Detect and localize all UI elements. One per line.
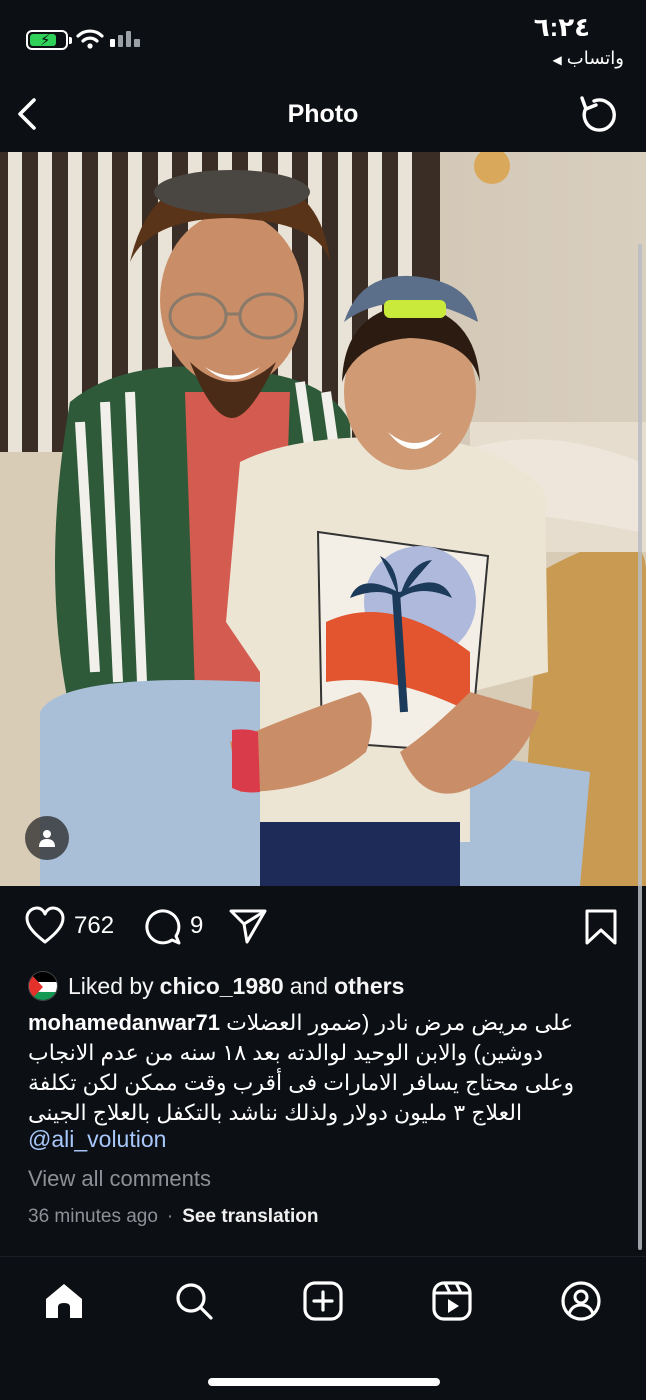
signal-icon — [110, 31, 140, 47]
wifi-icon — [76, 29, 104, 49]
liked-by-prefix: Liked by — [68, 972, 154, 999]
reels-icon[interactable] — [430, 1279, 474, 1323]
send-icon — [229, 909, 267, 944]
liked-by-user[interactable]: chico_1980 — [160, 973, 284, 1000]
comment-icon — [145, 909, 181, 945]
home-icon[interactable] — [42, 1279, 86, 1323]
create-icon[interactable] — [301, 1279, 345, 1323]
caption-line-3: وعلى محتاج يسافر الامارات فى أقرب وقت مم… — [28, 1070, 575, 1095]
tagged-user-icon[interactable] — [25, 816, 69, 860]
post-photo[interactable] — [0, 152, 646, 886]
caption-line-1: mohamedanwar71 على مريض مرض نادر (ضمور ا… — [28, 1008, 608, 1038]
comments-count: 9 — [190, 912, 204, 939]
caption-mention-link[interactable]: @ali_volution — [28, 1126, 166, 1153]
post-timestamp: 36 minutes ago — [28, 1206, 158, 1227]
back-app-label: واتساب — [566, 48, 624, 68]
comment-button[interactable]: 9 — [142, 906, 203, 946]
liked-by-and: and — [289, 972, 329, 999]
profile-icon[interactable] — [559, 1279, 603, 1323]
back-to-app-link[interactable]: ◀ واتساب — [549, 48, 624, 69]
liker-avatar[interactable] — [28, 971, 58, 1001]
share-button[interactable] — [228, 906, 268, 946]
see-translation-link[interactable]: See translation — [182, 1206, 318, 1228]
scrollbar[interactable] — [638, 244, 642, 1250]
top-bar: Photo — [0, 78, 646, 152]
post-meta: 36 minutes ago · See translation — [28, 1206, 318, 1228]
refresh-icon[interactable] — [576, 92, 620, 136]
post-actions: 762 9 — [0, 900, 646, 956]
like-button[interactable]: 762 — [24, 906, 114, 946]
photo-illustration — [0, 152, 646, 886]
meta-separator: · — [166, 1206, 174, 1227]
post-caption: mohamedanwar71 على مريض مرض نادر (ضمور ا… — [28, 1008, 608, 1128]
view-all-comments-link[interactable]: View all comments — [28, 1166, 211, 1192]
heart-icon — [25, 906, 65, 944]
liked-by[interactable]: Liked by chico_1980 and others — [28, 968, 410, 1004]
status-time: ٦:٢٤ — [533, 12, 590, 42]
back-app-arrow-icon: ◀ — [552, 53, 562, 67]
caption-username[interactable]: mohamedanwar71 — [28, 1010, 220, 1035]
search-icon[interactable] — [172, 1279, 216, 1323]
caption-line-2: دوشين) والابن الوحيد لوالدته بعد ١٨ سنه … — [28, 1040, 544, 1065]
liked-by-others[interactable]: others — [334, 973, 404, 1000]
page-title: Photo — [287, 100, 359, 128]
likes-count: 762 — [74, 912, 115, 939]
status-bar: ⚡ ٦:٢٤ ◀ واتساب — [0, 0, 646, 78]
bookmark-icon[interactable] — [584, 908, 618, 946]
battery-charging-icon: ⚡ — [26, 30, 72, 50]
caption-line-4: العلاج ٣ مليون دولار ولذلك نناشد بالتكفل… — [28, 1100, 523, 1125]
home-indicator[interactable] — [208, 1378, 440, 1386]
caption-text-1: على مريض مرض نادر (ضمور العضلات — [226, 1010, 574, 1035]
